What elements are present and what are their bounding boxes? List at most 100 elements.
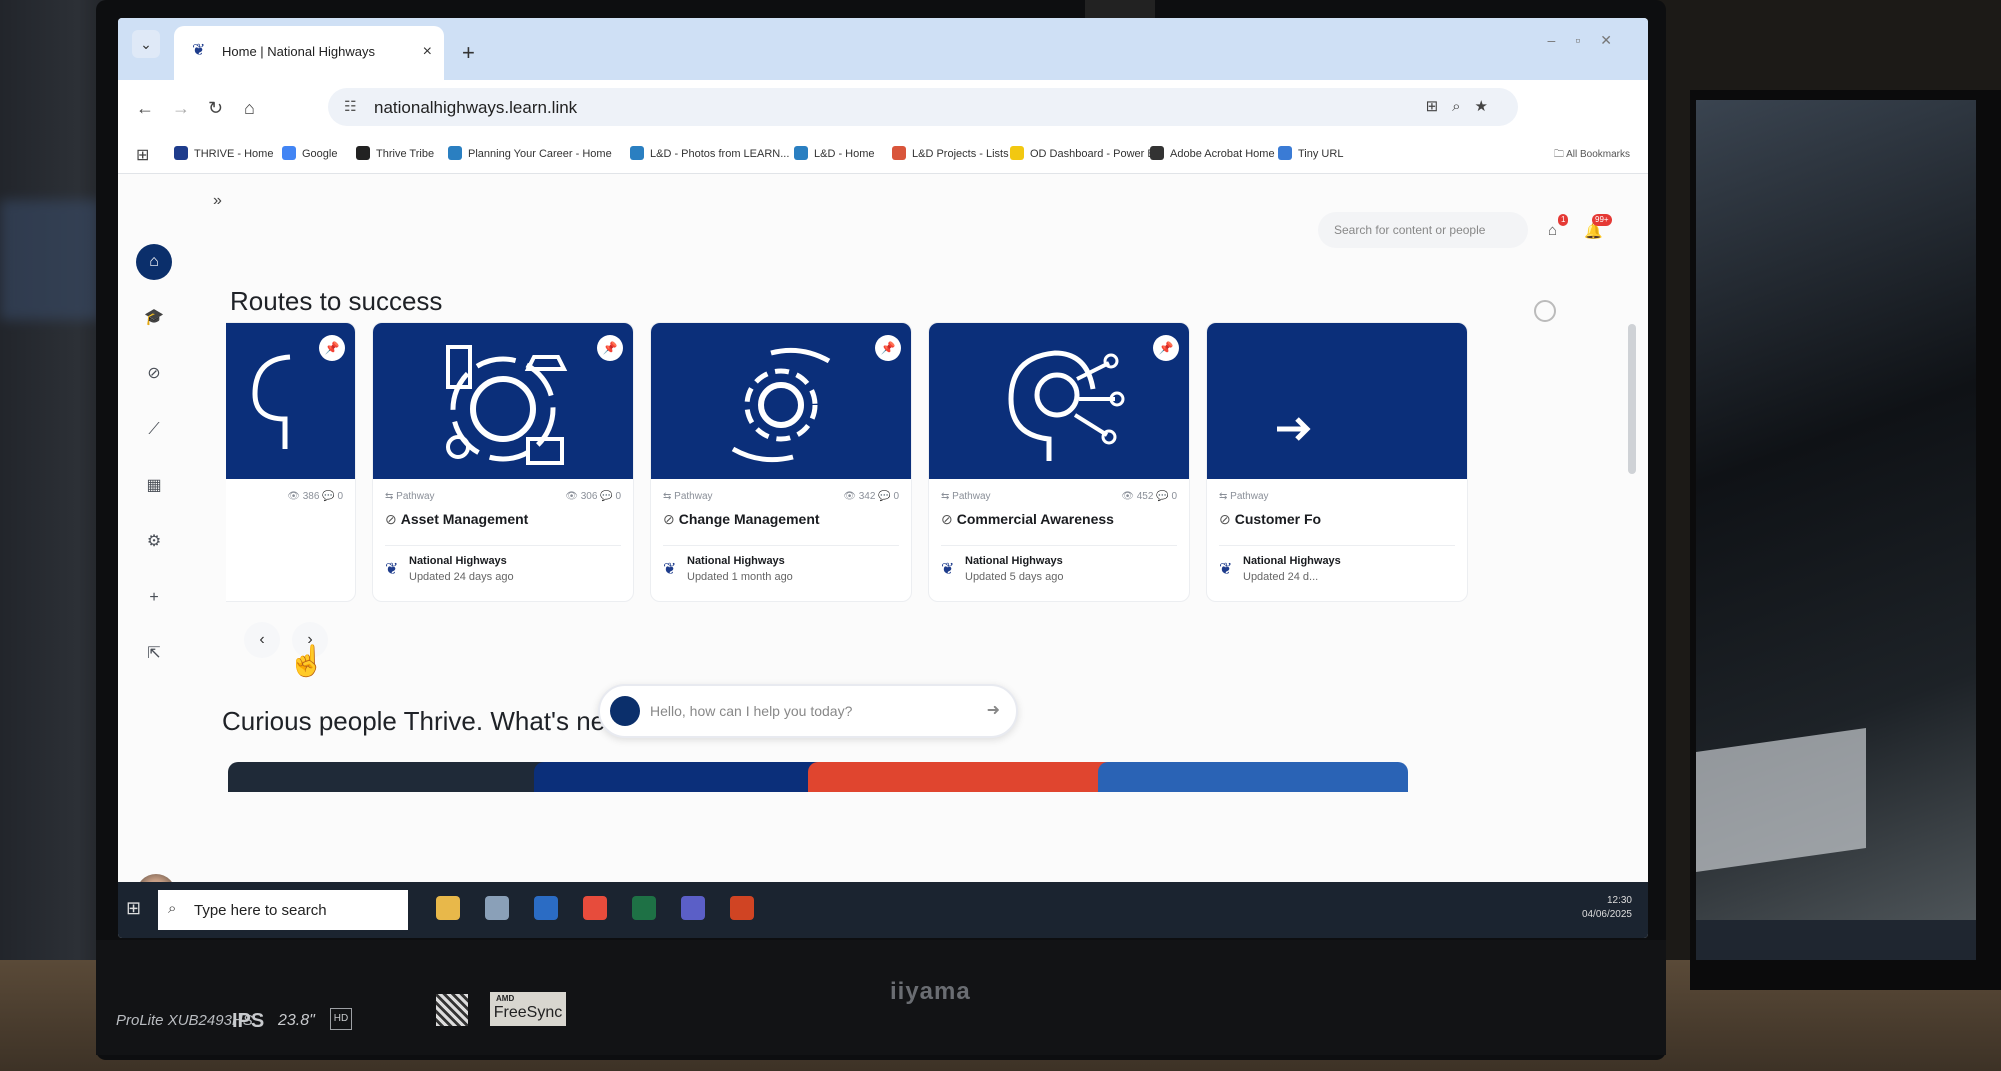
pin-icon[interactable]: 📌	[875, 335, 901, 361]
url-text: nationalhighways.learn.link	[374, 98, 578, 117]
tab-home[interactable]: ❦ Home | National Highways ×	[174, 26, 444, 80]
reload-icon[interactable]: ↻	[208, 98, 223, 119]
card-stats: 👁 386 💬 0	[287, 491, 343, 502]
app-icon[interactable]	[485, 896, 510, 920]
apps-grid-icon[interactable]: ⊞	[136, 145, 149, 165]
card-type: ⇆ Pathway	[941, 491, 991, 502]
pathway-card[interactable]: 📌 ⇆ Pathway 👁 452 💬 0 ⊘ Commercial Awaren…	[928, 322, 1190, 602]
bookmark-item[interactable]: OD Dashboard - Power BI	[1010, 146, 1158, 160]
card-stats: 👁 452 💬 0	[1121, 491, 1177, 502]
news-card-preview[interactable]	[808, 762, 1118, 792]
omnibox-actions[interactable]: ⊞⌕★	[1426, 97, 1502, 115]
news-card-preview[interactable]	[534, 762, 834, 792]
secondary-screen	[1696, 100, 1976, 960]
all-bookmarks[interactable]: 🗀 All Bookmarks	[1554, 147, 1630, 164]
windows-taskbar: ⊞ ⌕ Type here to search 12:30 04/06/2025	[118, 882, 1648, 938]
back-icon[interactable]: ←	[136, 98, 154, 119]
file-explorer-icon[interactable]	[436, 896, 460, 920]
page-scrollbar[interactable]	[1628, 324, 1636, 474]
pin-icon[interactable]: 📌	[319, 335, 345, 361]
bookmark-item[interactable]: THRIVE - Home	[174, 146, 273, 160]
asset-management-icon	[446, 345, 568, 465]
tab-bar: ⌄ ❦ Home | National Highways × + –▫✕	[118, 18, 1648, 80]
card-image	[929, 323, 1189, 479]
outlook-icon[interactable]	[534, 896, 559, 920]
nav-home-icon[interactable]: ⌂	[136, 244, 172, 280]
bookmark-item[interactable]: Thrive Tribe	[356, 146, 434, 160]
bookmark-item[interactable]: L&D - Home	[794, 146, 875, 160]
pathway-card[interactable]: 📌 ⇆ Pathway 👁 342 💬 0 ⊘ Change Management…	[650, 322, 912, 602]
nav-add-icon[interactable]: +	[136, 580, 172, 616]
card-stats: 👁 306 💬 0	[565, 491, 621, 502]
card-updated: Updated 24 days ago	[409, 571, 514, 583]
news-card-preview[interactable]	[228, 762, 558, 792]
site-settings-icon[interactable]: ☷	[344, 98, 357, 115]
notifications-badge: 99+	[1592, 214, 1612, 226]
home-icon[interactable]: ⌂	[244, 98, 255, 119]
hand-cursor-icon: ☝	[288, 645, 326, 678]
national-highways-logo-icon: ❦	[1219, 561, 1233, 578]
carousel-prev-button[interactable]: ‹	[244, 622, 280, 658]
nav-insights-icon[interactable]: ⟋	[136, 412, 172, 448]
carousel-autoplay-indicator[interactable]	[1534, 300, 1556, 322]
tasks-icon[interactable]: ⌂	[1548, 222, 1557, 239]
bookmark-item[interactable]: Google	[282, 146, 337, 160]
qr-code	[436, 994, 468, 1026]
card-image	[373, 323, 633, 479]
card-type: ⇆ Pathway	[663, 491, 713, 502]
pathway-card[interactable]: ⇆ Pathway ⊘ Customer Fo ❦ National Highwa…	[1206, 322, 1468, 602]
send-icon[interactable]: ➜	[987, 700, 1000, 720]
pin-icon[interactable]: 📌	[597, 335, 623, 361]
nav-settings-icon[interactable]: ⚙	[136, 524, 172, 560]
freesync-sticker: AMD FreeSync	[490, 992, 566, 1026]
monitor-panel: IPS	[232, 1010, 265, 1032]
chat-assistant-input[interactable]: Hello, how can I help you today? ➜	[598, 684, 1018, 738]
card-title: ⊘ Customer Fo	[1219, 511, 1322, 527]
search-icon: ⌕	[168, 900, 177, 917]
new-tab-button[interactable]: +	[462, 40, 475, 66]
url-field[interactable]: ☷ nationalhighways.learn.link ⊞⌕★	[328, 88, 1518, 126]
pin-icon[interactable]: 📌	[1153, 335, 1179, 361]
tab-search-button[interactable]: ⌄	[132, 30, 160, 58]
section-title-whats-new: Curious people Thrive. What's new?	[222, 706, 639, 736]
windows-start-icon[interactable]: ⊞	[126, 898, 141, 919]
bookmark-item[interactable]: Adobe Acrobat Home	[1150, 146, 1275, 160]
card-org: National Highways	[965, 555, 1063, 567]
card-title: ⊘ Commercial Awareness	[941, 511, 1114, 527]
teams-icon[interactable]	[681, 896, 706, 920]
head-icon	[252, 354, 291, 449]
monitor-brand: iiyama	[890, 978, 971, 1005]
section-title-routes: Routes to success	[230, 286, 443, 316]
news-card-preview[interactable]	[1098, 762, 1408, 792]
nav-external-link-icon[interactable]: ⇱	[136, 636, 172, 672]
national-highways-logo-icon: ❦	[941, 561, 955, 578]
address-bar-row: ← → ↻ ⌂ ☷ nationalhighways.learn.link ⊞⌕…	[118, 80, 1648, 134]
bookmark-item[interactable]: Planning Your Career - Home	[448, 146, 612, 160]
excel-icon[interactable]	[632, 896, 657, 920]
nav-learning-icon[interactable]: 🎓	[136, 300, 172, 336]
card-type: ⇆ Pathway	[1219, 491, 1269, 502]
browser-window: ⌄ ❦ Home | National Highways × + –▫✕ ← →…	[118, 18, 1648, 938]
card-org: National Highways	[1243, 555, 1341, 567]
expand-sidebar-icon[interactable]: »	[213, 192, 222, 210]
content-search-input[interactable]: Search for content or people	[1318, 212, 1528, 248]
bookmark-item[interactable]: Tiny URL	[1278, 146, 1343, 160]
card-title: ⊘ Change Management	[663, 511, 820, 527]
window-controls[interactable]: –▫✕	[1548, 32, 1632, 49]
tab-title: Home | National Highways	[222, 44, 375, 59]
forward-icon[interactable]: →	[172, 98, 190, 119]
nav-catalog-icon[interactable]: ▦	[136, 468, 172, 504]
assistant-icon	[610, 696, 640, 726]
pathway-card[interactable]: 📌 ⇆ Pathway 👁 306 💬 0 ⊘ Asset Management …	[372, 322, 634, 602]
bookmark-item[interactable]: L&D Projects - Lists	[892, 146, 1009, 160]
tasks-badge: 1	[1558, 214, 1569, 226]
system-clock[interactable]: 12:30 04/06/2025	[1582, 894, 1632, 922]
bookmark-item[interactable]: L&D - Photos from LEARN...	[630, 146, 789, 160]
powerpoint-icon[interactable]	[730, 896, 755, 920]
close-tab-icon[interactable]: ×	[423, 43, 432, 61]
taskbar-search[interactable]: ⌕ Type here to search	[158, 890, 408, 930]
pathway-card[interactable]: 📌 👁 386 💬 0	[226, 322, 356, 602]
sidebar-rail: ⌂ 🎓 ⊘ ⟋ ▦ ⚙ + ⇱	[128, 234, 180, 834]
nav-explore-icon[interactable]: ⊘	[136, 356, 172, 392]
chrome-icon[interactable]	[583, 896, 608, 920]
